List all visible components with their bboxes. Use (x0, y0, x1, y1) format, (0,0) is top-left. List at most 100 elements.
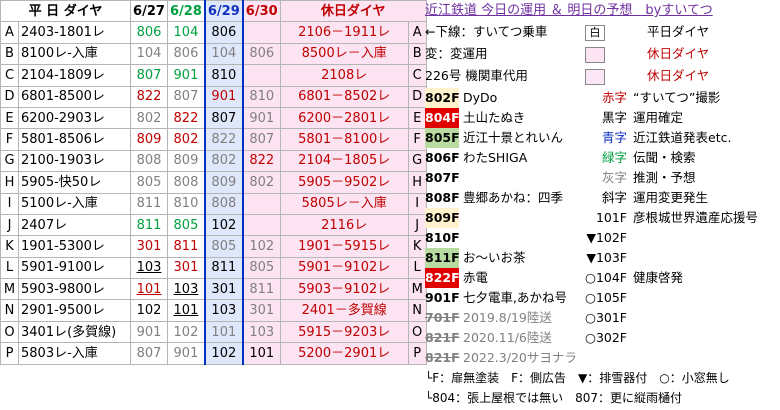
header-date-4[interactable]: 6/30 (242, 0, 281, 23)
car-badge[interactable]: 802F (425, 88, 460, 108)
row-operation[interactable]: 6200-2903レ (18, 106, 131, 130)
car-badge[interactable]: 806F (425, 148, 460, 168)
row-day-2[interactable]: 809 (166, 149, 206, 173)
row-code-right[interactable]: G (407, 149, 427, 173)
header-date-2[interactable]: 6/28 (166, 0, 206, 23)
row-day-3[interactable]: 102 (203, 342, 244, 365)
row-day-1[interactable]: 301 (130, 235, 168, 258)
row-holiday[interactable]: 2116レ (279, 213, 409, 237)
row-holiday[interactable]: 5915－9203レ (279, 320, 409, 344)
car-badge[interactable]: 822F (425, 268, 460, 288)
row-day-4[interactable] (242, 21, 281, 44)
row-operation[interactable]: 8100レ-入庫 (18, 42, 131, 66)
row-code[interactable]: M (0, 278, 19, 301)
row-holiday[interactable]: 5901－9102レ (279, 256, 409, 280)
row-operation[interactable]: 5100レ-入庫 (18, 192, 131, 215)
row-day-4[interactable]: 802 (242, 171, 281, 194)
row-day-4[interactable] (242, 213, 281, 237)
row-day-1[interactable]: 808 (130, 149, 168, 173)
row-day-3[interactable]: 103 (203, 299, 244, 322)
row-operation[interactable]: 2901-9500レ (18, 299, 131, 322)
row-day-2[interactable]: 301 (166, 256, 206, 280)
row-code[interactable]: C (0, 64, 19, 87)
row-holiday[interactable]: 2401－多賀線 (279, 299, 409, 322)
row-day-3[interactable]: 810 (203, 64, 244, 87)
row-code[interactable]: I (0, 192, 19, 215)
row-operation[interactable]: 1901-5300レ (18, 235, 131, 258)
row-day-1[interactable]: 807 (130, 342, 168, 365)
row-operation[interactable]: 5801-8506レ (18, 128, 131, 151)
row-day-3[interactable]: 822 (203, 128, 244, 151)
row-holiday[interactable]: 8500レ－入庫 (279, 42, 409, 66)
header-date-1[interactable]: 6/27 (130, 0, 168, 23)
row-day-2[interactable]: 104 (166, 21, 206, 44)
row-day-3[interactable]: 805 (203, 235, 244, 258)
row-code-right[interactable]: B (407, 42, 427, 66)
row-code-right[interactable]: P (407, 342, 427, 365)
row-code-right[interactable]: K (407, 235, 427, 258)
header-holiday[interactable]: 休日ダイヤ (279, 0, 427, 23)
row-day-4[interactable]: 810 (242, 85, 281, 108)
row-day-4[interactable]: 805 (242, 256, 281, 280)
row-holiday[interactable]: 5801－8100レ (279, 128, 409, 151)
row-code-right[interactable]: F (407, 128, 427, 151)
row-operation[interactable]: 2100-1903レ (18, 149, 131, 173)
row-holiday[interactable]: 2104－1805レ (279, 149, 409, 173)
row-day-2[interactable]: 807 (166, 85, 206, 108)
car-badge[interactable]: 805F (425, 128, 460, 148)
row-code[interactable]: F (0, 128, 19, 151)
row-day-3[interactable]: 802 (203, 149, 244, 173)
row-code-right[interactable]: L (407, 256, 427, 280)
row-day-1[interactable]: 811 (130, 192, 168, 215)
row-code-right[interactable]: D (407, 85, 427, 108)
row-day-4[interactable]: 901 (242, 106, 281, 130)
car-badge[interactable]: 809F (425, 208, 460, 228)
row-holiday[interactable]: 5805レ－入庫 (279, 192, 409, 215)
footnote-1[interactable]: └F：扉無塗装 F：側広告 ▼：排雪器付 ○：小窓無し (425, 368, 730, 388)
row-code[interactable]: K (0, 235, 19, 258)
row-holiday[interactable]: 2106－1911レ (279, 21, 409, 44)
legend-underline[interactable]: ←下線：すいてつ乗車 (425, 22, 575, 42)
row-day-2[interactable]: 805 (166, 213, 206, 237)
row-holiday[interactable]: 5905－9502レ (279, 171, 409, 194)
row-day-4[interactable] (242, 64, 281, 87)
row-holiday[interactable]: 1901－5915レ (279, 235, 409, 258)
row-day-2[interactable]: 808 (166, 171, 206, 194)
row-day-1[interactable]: 103 (130, 256, 168, 280)
row-day-4[interactable]: 301 (242, 299, 281, 322)
row-day-3[interactable]: 807 (203, 106, 244, 130)
row-day-4[interactable]: 102 (242, 235, 281, 258)
row-code[interactable]: A (0, 21, 19, 44)
row-holiday[interactable]: 6200－2801レ (279, 106, 409, 130)
row-code[interactable]: H (0, 171, 19, 194)
row-code-right[interactable]: M (407, 278, 427, 301)
row-holiday[interactable]: 5200－2901レ (279, 342, 409, 365)
row-day-4[interactable] (242, 192, 281, 215)
row-operation[interactable]: 2104-1809レ (18, 64, 131, 87)
car-badge[interactable]: 804F (425, 108, 460, 128)
row-day-1[interactable]: 822 (130, 85, 168, 108)
panel-title[interactable]: 近江鉄道 今日の運用 ＆ 明日の予想 byすいてつ (425, 1, 780, 21)
row-operation[interactable]: 5803レ-入庫 (18, 342, 131, 365)
row-code[interactable]: N (0, 299, 19, 322)
row-day-3[interactable]: 101 (203, 320, 244, 344)
footnote-2[interactable]: └804：張上屋根では無い 807：更に縦雨樋付 (425, 388, 682, 408)
legend-weekday[interactable]: 平日ダイヤ (647, 22, 709, 42)
row-day-4[interactable]: 807 (242, 128, 281, 151)
row-code-right[interactable]: E (407, 106, 427, 130)
car-badge[interactable]: 901F (425, 288, 460, 308)
row-operation[interactable]: 5901-9100レ (18, 256, 131, 280)
row-day-1[interactable]: 104 (130, 42, 168, 66)
row-code[interactable]: L (0, 256, 19, 280)
row-day-3[interactable]: 809 (203, 171, 244, 194)
car-badge[interactable]: 810F (425, 228, 460, 248)
row-code[interactable]: J (0, 213, 19, 237)
row-day-1[interactable]: 806 (130, 21, 168, 44)
row-day-2[interactable]: 811 (166, 235, 206, 258)
row-day-1[interactable]: 811 (130, 213, 168, 237)
row-day-4[interactable]: 103 (242, 320, 281, 344)
row-holiday[interactable]: 6801－8502レ (279, 85, 409, 108)
row-code[interactable]: O (0, 320, 19, 344)
row-day-3[interactable]: 901 (203, 85, 244, 108)
car-badge[interactable]: 701F (425, 308, 460, 328)
